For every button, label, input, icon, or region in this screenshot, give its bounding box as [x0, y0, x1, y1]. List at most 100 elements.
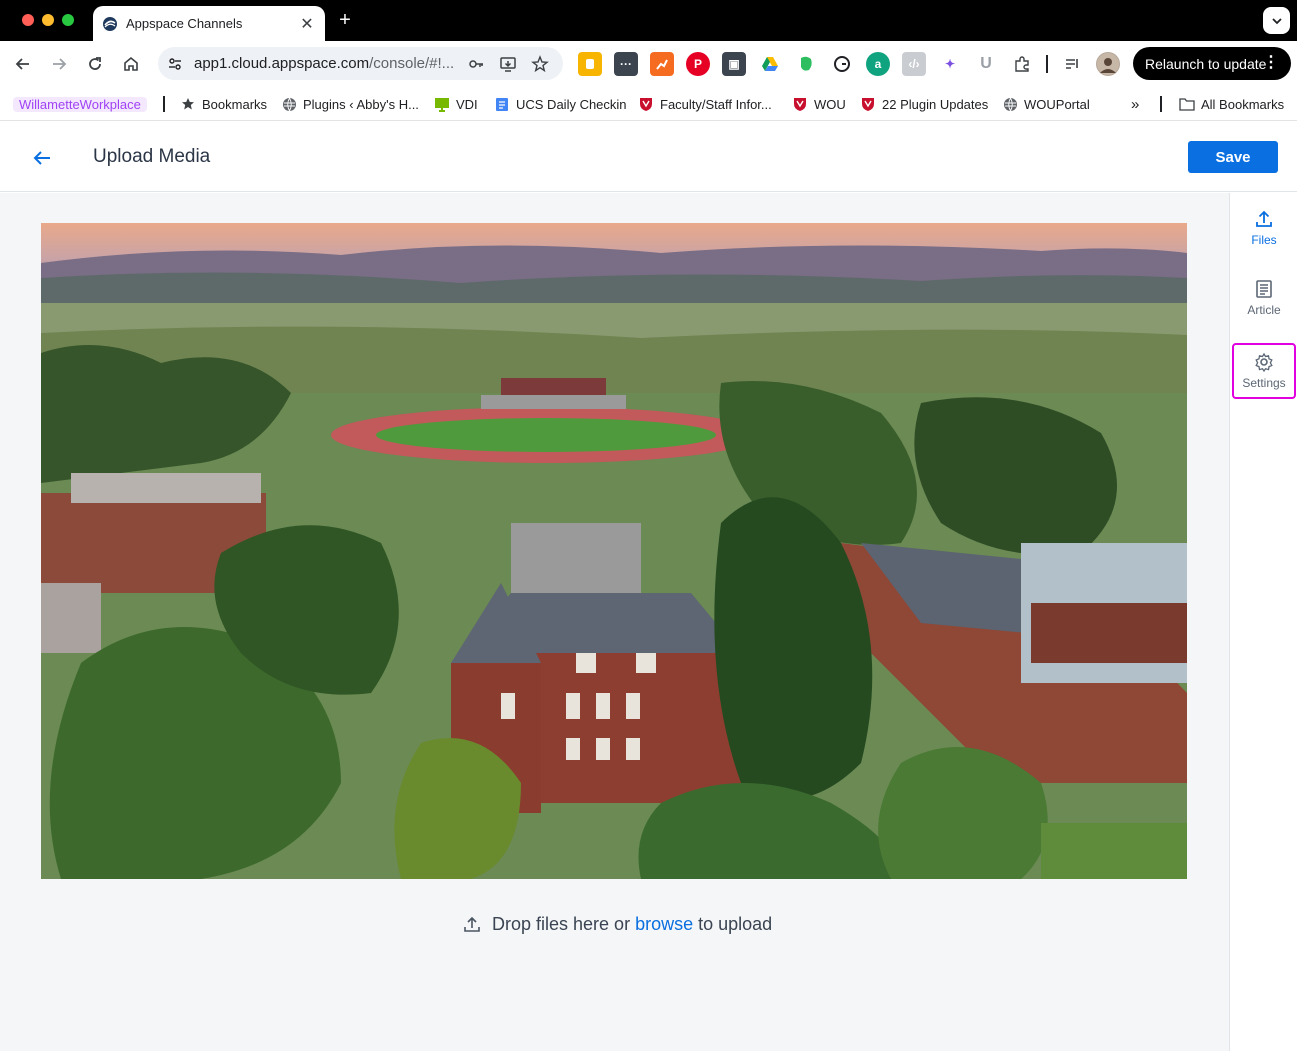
- folder-icon: [1179, 96, 1195, 112]
- rail-settings-label: Settings: [1242, 376, 1286, 390]
- bookmark-divider: [163, 96, 165, 112]
- page-title: Upload Media: [93, 146, 211, 167]
- reload-button[interactable]: [82, 51, 108, 77]
- zoom-window-button[interactable]: [62, 14, 74, 26]
- star-icon: [180, 96, 196, 112]
- upload-main-area: Drop files here or browse to upload: [0, 193, 1229, 1051]
- drop-files-zone[interactable]: Drop files here or browse to upload: [462, 912, 772, 936]
- form-icon: [494, 96, 510, 112]
- chart-extension-icon[interactable]: [650, 52, 674, 76]
- relaunch-update-button[interactable]: Relaunch to update ⋮: [1133, 47, 1291, 80]
- wou-shield-icon: [860, 96, 876, 112]
- bookmark-divider: [1160, 96, 1162, 112]
- url-host: app1.cloud.appspace.com: [194, 55, 370, 72]
- home-icon: [124, 56, 138, 71]
- chevron-down-icon: [1271, 17, 1282, 24]
- grammar-extension-icon[interactable]: [830, 52, 854, 76]
- bookmark-bookmarks[interactable]: Bookmarks: [180, 93, 267, 115]
- media-queue-icon[interactable]: [1060, 52, 1084, 76]
- right-rail: Files Article Settings: [1229, 193, 1297, 1051]
- bookmark-star-icon[interactable]: [529, 53, 551, 75]
- capture-extension-icon[interactable]: ▣: [722, 52, 746, 76]
- keep-extension-icon[interactable]: [578, 52, 602, 76]
- globe-icon: [281, 96, 297, 112]
- tab-search-button[interactable]: [1263, 7, 1290, 34]
- bookmark-label: VDI: [456, 96, 478, 112]
- browse-link[interactable]: browse: [635, 914, 693, 935]
- bookmark-label: Faculty/Staff Infor...: [660, 96, 772, 112]
- back-arrow-icon[interactable]: [28, 144, 56, 172]
- bookmark-label: WOUPortal: [1024, 96, 1090, 112]
- appspace-favicon-icon: [102, 16, 118, 32]
- bookmark-willamette-workplace[interactable]: WillametteWorkplace: [13, 93, 147, 115]
- save-button[interactable]: Save: [1188, 141, 1278, 173]
- rail-article-button[interactable]: Article: [1232, 271, 1296, 325]
- back-button[interactable]: [10, 51, 36, 77]
- google-drive-icon[interactable]: [758, 52, 782, 76]
- rail-article-label: Article: [1247, 303, 1281, 317]
- reload-icon: [89, 57, 101, 70]
- site-settings-icon[interactable]: [164, 53, 186, 75]
- bookmark-label: WillametteWorkplace: [13, 96, 147, 112]
- profile-avatar[interactable]: [1096, 52, 1120, 76]
- bug-extension-icon[interactable]: ✦: [938, 52, 962, 76]
- rail-settings-button[interactable]: Settings: [1232, 343, 1296, 399]
- vdi-icon: [434, 96, 450, 112]
- install-app-icon[interactable]: [497, 53, 519, 75]
- gear-icon: [1255, 352, 1273, 372]
- tab-title: Appspace Channels: [126, 16, 243, 31]
- close-window-button[interactable]: [22, 14, 34, 26]
- address-bar[interactable]: app1.cloud.appspace.com/console/#!...: [158, 47, 563, 80]
- code-extension-icon[interactable]: ‹/›: [902, 52, 926, 76]
- bookmark-label: Plugins ‹ Abby's H...: [303, 96, 419, 112]
- url-path: /console/#!...: [369, 55, 455, 72]
- bookmark-plugin-updates[interactable]: 22 Plugin Updates: [860, 93, 988, 115]
- rail-files-button[interactable]: Files: [1232, 201, 1296, 255]
- home-button[interactable]: [118, 51, 144, 77]
- upload-icon: [462, 914, 482, 934]
- uploaded-campus-photo: [41, 223, 1187, 879]
- relaunch-label: Relaunch to update: [1145, 55, 1267, 72]
- puzzle-extensions-icon[interactable]: [1010, 52, 1034, 76]
- browser-toolbar: app1.cloud.appspace.com/console/#!... ··…: [0, 41, 1297, 87]
- bookmark-label: WOU: [814, 96, 846, 112]
- bookmark-label: All Bookmarks: [1201, 96, 1285, 112]
- bookmark-wou[interactable]: WOU: [792, 93, 846, 115]
- minimize-window-button[interactable]: [42, 14, 54, 26]
- close-tab-icon[interactable]: ✕: [297, 14, 317, 34]
- bookmarks-bar: WillametteWorkplace Bookmarks Plugins ‹ …: [0, 87, 1297, 121]
- bookmark-faculty-staff[interactable]: Faculty/Staff Infor...: [638, 93, 772, 115]
- bookmark-label: UCS Daily Checkin: [516, 96, 627, 112]
- pinterest-extension-icon[interactable]: P: [686, 52, 710, 76]
- drop-files-text: Drop files here or: [492, 913, 631, 934]
- dots-extension-icon[interactable]: ···: [614, 52, 638, 76]
- upload-icon: [1256, 210, 1272, 227]
- bookmarks-overflow-chevron-icon[interactable]: »: [1131, 93, 1139, 115]
- globe-icon: [1002, 96, 1018, 112]
- more-menu-icon[interactable]: ⋮: [1263, 53, 1279, 73]
- to-upload-text: to upload: [698, 913, 773, 934]
- url-text: app1.cloud.appspace.com/console/#!...: [194, 55, 454, 72]
- arrow-right-icon: [53, 58, 67, 70]
- evernote-extension-icon[interactable]: [794, 52, 818, 76]
- bookmark-ucs-daily-checkin[interactable]: UCS Daily Checkin: [494, 93, 627, 115]
- rail-files-label: Files: [1251, 233, 1277, 247]
- a-extension-icon[interactable]: a: [866, 52, 890, 76]
- toolbar-divider: [1046, 55, 1048, 73]
- app-header: Upload Media Save: [0, 122, 1297, 192]
- article-icon: [1256, 280, 1272, 298]
- bookmark-plugins[interactable]: Plugins ‹ Abby's H...: [281, 93, 419, 115]
- bookmark-vdi[interactable]: VDI: [434, 93, 478, 115]
- browser-tab[interactable]: Appspace Channels ✕: [93, 6, 325, 41]
- bookmark-label: 22 Plugin Updates: [882, 96, 989, 112]
- arrow-left-icon: [15, 58, 29, 70]
- new-tab-button[interactable]: +: [334, 9, 356, 31]
- bookmark-wouportal[interactable]: WOUPortal: [1002, 93, 1090, 115]
- wou-shield-icon: [638, 96, 654, 112]
- browser-title-bar: Appspace Channels ✕ +: [0, 0, 1297, 41]
- wou-shield-icon: [792, 96, 808, 112]
- password-key-icon[interactable]: [465, 53, 487, 75]
- u-extension-icon[interactable]: U: [974, 52, 998, 76]
- bookmark-all-bookmarks[interactable]: All Bookmarks: [1179, 93, 1284, 115]
- forward-button[interactable]: [46, 51, 72, 77]
